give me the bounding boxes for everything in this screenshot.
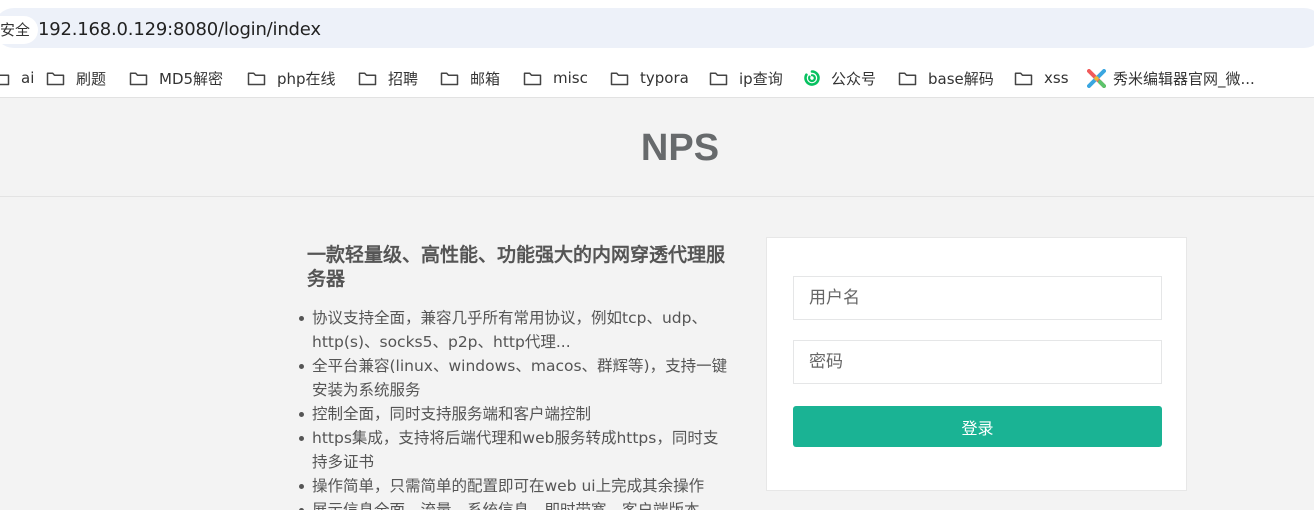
bookmark-label: 招聘 (388, 69, 419, 88)
bookmark-typora[interactable]: typora (610, 66, 689, 90)
bookmark-label: 刷题 (76, 69, 107, 88)
bookmark-md5[interactable]: MD5解密 (129, 66, 223, 90)
bookmark-label: base解码 (928, 69, 994, 88)
bookmark-label: ai (21, 69, 35, 87)
bookmark-ai[interactable]: ai (0, 66, 34, 90)
feature-item: 全平台兼容(linux、windows、macos、群辉等)，支持一键安装为系统… (299, 354, 732, 402)
bookmark-label: 邮箱 (470, 69, 501, 88)
folder-icon (523, 71, 542, 86)
feature-item: 操作简单，只需简单的配置即可在web ui上完成其余操作 (299, 474, 732, 498)
bookmark-label: 公众号 (831, 69, 877, 88)
bookmark-label: ip查询 (739, 69, 783, 88)
browser-address-bar: 安全 192.168.0.129:8080/login/index (0, 0, 1314, 58)
bookmark-label: MD5解密 (159, 69, 224, 88)
security-indicator[interactable]: 安全 (0, 16, 39, 44)
login-card: 登录 (766, 237, 1187, 491)
folder-icon (129, 71, 148, 86)
bookmark-label: misc (553, 69, 588, 87)
username-input[interactable] (793, 276, 1162, 320)
folder-icon (898, 71, 917, 86)
password-input[interactable] (793, 340, 1162, 384)
bookmark-youxiang[interactable]: 邮箱 (440, 66, 500, 90)
url-text[interactable]: 192.168.0.129:8080/login/index (38, 18, 321, 42)
folder-icon (440, 71, 459, 86)
intro-title: 一款轻量级、高性能、功能强大的内网穿透代理服务器 (307, 244, 726, 290)
bookmark-label: xss (1044, 69, 1069, 87)
feature-item: 控制全面，同时支持服务端和客户端控制 (299, 402, 732, 426)
folder-icon (358, 71, 377, 86)
page-header: NPS (0, 99, 1314, 197)
bookmark-zhaopin[interactable]: 招聘 (358, 66, 418, 90)
bookmark-label: 秀米编辑器官网_微... (1113, 69, 1255, 88)
feature-item: 协议支持全面，兼容几乎所有常用协议，例如tcp、udp、http(s)、sock… (299, 306, 732, 354)
feature-list: 协议支持全面，兼容几乎所有常用协议，例如tcp、udp、http(s)、sock… (299, 306, 732, 510)
bookmark-shuati[interactable]: 刷题 (46, 66, 106, 90)
folder-icon (247, 71, 266, 86)
folder-icon (46, 71, 65, 86)
bookmark-gongzhonghao[interactable]: 公众号 (803, 66, 876, 90)
folder-icon (1014, 71, 1033, 86)
bookmark-base[interactable]: base解码 (898, 66, 994, 90)
bookmark-label: typora (640, 69, 689, 87)
brand-title: NPS (640, 127, 720, 169)
bookmark-ip[interactable]: ip查询 (709, 66, 783, 90)
product-intro: 一款轻量级、高性能、功能强大的内网穿透代理服务器 协议支持全面，兼容几乎所有常用… (299, 243, 732, 510)
bookmark-xss[interactable]: xss (1014, 66, 1069, 90)
folder-icon (709, 71, 728, 86)
bookmark-php[interactable]: php在线 (247, 66, 336, 90)
bookmarks-bar: ai 刷题 MD5解密 php在线 招聘 邮箱 misc typora ip查询… (0, 58, 1314, 98)
bookmark-xiumi[interactable]: 秀米编辑器官网_微... (1087, 66, 1255, 90)
folder-icon (610, 71, 629, 86)
wechat-icon (803, 69, 821, 87)
xiumi-icon (1087, 69, 1106, 88)
feature-item: 展示信息全面，流量、系统信息、即时带宽、客户端版本 (299, 498, 732, 510)
bookmark-label: php在线 (277, 69, 336, 88)
folder-icon (0, 71, 10, 86)
login-button[interactable]: 登录 (793, 406, 1162, 447)
bookmark-misc[interactable]: misc (523, 66, 588, 90)
feature-item: https集成，支持将后端代理和web服务转成https，同时支持多证书 (299, 426, 732, 474)
